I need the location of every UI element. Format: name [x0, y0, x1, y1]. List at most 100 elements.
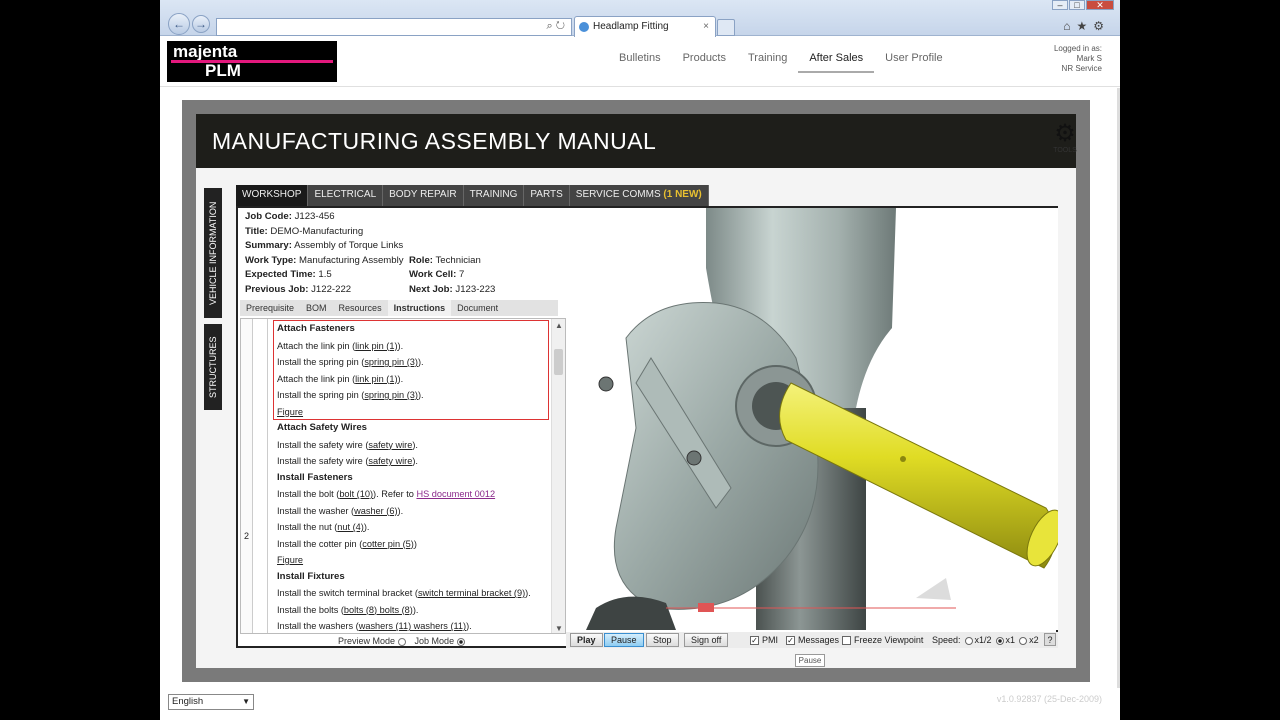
stop-button[interactable]: Stop	[646, 633, 679, 647]
window-controls: – □ ✕	[1051, 0, 1114, 10]
part-link[interactable]: spring pin (3)	[364, 357, 418, 367]
login-user: Mark S	[1076, 54, 1102, 63]
close-window-icon[interactable]: ✕	[1086, 0, 1114, 10]
freeze-viewpoint-checkbox[interactable]: Freeze Viewpoint	[842, 635, 923, 646]
part-link[interactable]: Figure	[277, 407, 303, 417]
expected-time-label: Expected Time:	[245, 269, 316, 280]
speed-2x-radio[interactable]	[1019, 636, 1028, 645]
job-mode-radio[interactable]	[457, 637, 466, 646]
next-job-value[interactable]: J123-223	[455, 284, 495, 295]
tab-body-repair[interactable]: BODY REPAIR	[383, 185, 464, 206]
home-icon[interactable]: ⌂	[1063, 19, 1076, 33]
instruction-item: Install the safety wire (safety wire).	[277, 437, 557, 454]
step-number: 2	[244, 531, 250, 541]
play-button[interactable]: Play	[570, 633, 603, 647]
scroll-up-icon[interactable]: ▲	[555, 321, 563, 330]
maximize-icon[interactable]: □	[1069, 0, 1085, 10]
instruction-item: Figure	[277, 552, 557, 569]
divider	[267, 319, 268, 633]
browser-tab[interactable]: Headlamp Fitting ×	[574, 16, 716, 37]
instruction-text-end: ).	[417, 390, 424, 400]
nav-products[interactable]: Products	[672, 51, 737, 73]
tab-electrical[interactable]: ELECTRICAL	[308, 185, 384, 206]
3d-viewer[interactable]	[566, 208, 1058, 630]
instruction-item: Install the spring pin (spring pin (3)).	[277, 354, 557, 371]
new-tab-button[interactable]	[717, 19, 735, 36]
part-link[interactable]: safety wire	[368, 456, 412, 466]
subtab-prerequisite[interactable]: Prerequisite	[240, 300, 300, 316]
pmi-check-box[interactable]: ✓	[750, 636, 759, 646]
vehicle-information-tab[interactable]: VEHICLE INFORMATION	[204, 188, 222, 318]
instruction-text: Install the washer (	[277, 505, 355, 516]
tab-service-comms[interactable]: SERVICE COMMS (1 NEW)	[569, 185, 709, 206]
messages-check-box[interactable]: ✓	[786, 636, 795, 646]
part-link[interactable]: washers (11) washers (11)	[359, 621, 466, 631]
scroll-down-icon[interactable]: ▼	[555, 624, 563, 633]
freeze-check-box[interactable]	[842, 636, 851, 646]
tab-workshop[interactable]: WORKSHOP	[236, 185, 309, 206]
speed-1x-radio[interactable]	[995, 636, 1004, 645]
nav-user-profile[interactable]: User Profile	[874, 51, 953, 73]
subtab-instructions[interactable]: Instructions	[387, 300, 452, 316]
subtab-bom[interactable]: BOM	[300, 300, 333, 316]
preview-mode-radio[interactable]	[398, 637, 407, 646]
instruction-text-end: ).	[412, 456, 418, 466]
part-link[interactable]: cotter pin (5)	[362, 539, 414, 549]
scroll-thumb[interactable]	[554, 349, 563, 375]
logo[interactable]: majenta PLM	[167, 41, 337, 82]
messages-checkbox[interactable]: ✓ Messages	[786, 635, 839, 646]
instruction-text-end: ).	[525, 588, 531, 598]
summary-label: Summary:	[245, 240, 292, 251]
pmi-checkbox[interactable]: ✓ PMI	[750, 635, 778, 646]
instruction-item: Install the spring pin (spring pin (3)).	[277, 387, 557, 404]
document-link[interactable]: HS document 0012	[416, 489, 495, 499]
instruction-item: Install the washers (washers (11) washer…	[277, 618, 557, 633]
nav-bulletins[interactable]: Bulletins	[608, 51, 672, 73]
forward-button[interactable]: →	[192, 15, 210, 33]
job-mode-label: Job Mode	[414, 636, 455, 646]
instructions-scrollbar[interactable]: ▲ ▼	[551, 319, 565, 633]
settings-icon[interactable]: ⚙	[1093, 19, 1110, 33]
previous-job-label: Previous Job:	[245, 283, 309, 295]
search-refresh-icon[interactable]: ⌕ ↻	[547, 20, 566, 33]
subtab-resources[interactable]: Resources	[333, 300, 388, 316]
page-scrollbar[interactable]	[1117, 88, 1120, 688]
back-button[interactable]: ←	[168, 13, 190, 35]
site-header: majenta PLM Bulletins Products Training …	[160, 37, 1120, 87]
part-link[interactable]: safety wire	[368, 440, 412, 450]
part-link[interactable]: bolts (8) bolts (8)	[344, 605, 413, 615]
sign-off-button[interactable]: Sign off	[684, 633, 729, 647]
structures-tab[interactable]: STRUCTURES	[204, 324, 222, 410]
nav-after-sales[interactable]: After Sales	[798, 51, 875, 73]
step-heading: Install Fasteners	[277, 471, 353, 483]
part-link[interactable]: nut (4)	[337, 522, 364, 532]
previous-job-value[interactable]: J122-222	[311, 284, 351, 295]
instruction-item: Install the bolt (bolt (10)). Refer to H…	[277, 486, 557, 503]
address-bar[interactable]: ⌕ ↻	[216, 18, 572, 36]
instruction-text: Install the safety wire (	[277, 456, 369, 466]
part-link[interactable]: link pin (1)	[355, 374, 397, 384]
help-button[interactable]: ?	[1044, 633, 1056, 646]
tab-parts[interactable]: PARTS	[524, 185, 570, 206]
part-link[interactable]: switch terminal bracket (9)	[418, 588, 525, 598]
subtab-document[interactable]: Document	[451, 300, 504, 316]
tools-button[interactable]: ⚙ TOOLS	[1050, 122, 1080, 155]
part-link[interactable]: washer (6)	[354, 506, 397, 516]
instruction-text: Install the bolts (	[277, 604, 344, 615]
part-link[interactable]: link pin (1)	[355, 341, 397, 351]
speed-half-radio[interactable]	[964, 636, 973, 645]
part-link[interactable]: spring pin (3)	[364, 390, 418, 400]
part-link[interactable]: Figure	[277, 555, 303, 565]
part-link[interactable]: bolt (10)	[339, 489, 373, 499]
favicon-icon	[579, 22, 589, 32]
tab-training[interactable]: TRAINING	[463, 185, 525, 206]
nav-training[interactable]: Training	[737, 51, 798, 73]
instructions-list[interactable]: 2 Attach Fasteners Attach the link pin (l…	[240, 318, 566, 634]
manual-content: MANUFACTURING ASSEMBLY MANUAL ⚙ TOOLS VEH…	[196, 114, 1077, 668]
page-title: MANUFACTURING ASSEMBLY MANUAL	[196, 114, 1076, 168]
minimize-icon[interactable]: –	[1052, 0, 1068, 10]
language-select[interactable]: English ▼	[168, 694, 254, 710]
close-tab-icon[interactable]: ×	[703, 17, 709, 37]
pause-button[interactable]: Pause	[604, 633, 644, 647]
favorites-icon[interactable]: ★	[1076, 19, 1093, 33]
